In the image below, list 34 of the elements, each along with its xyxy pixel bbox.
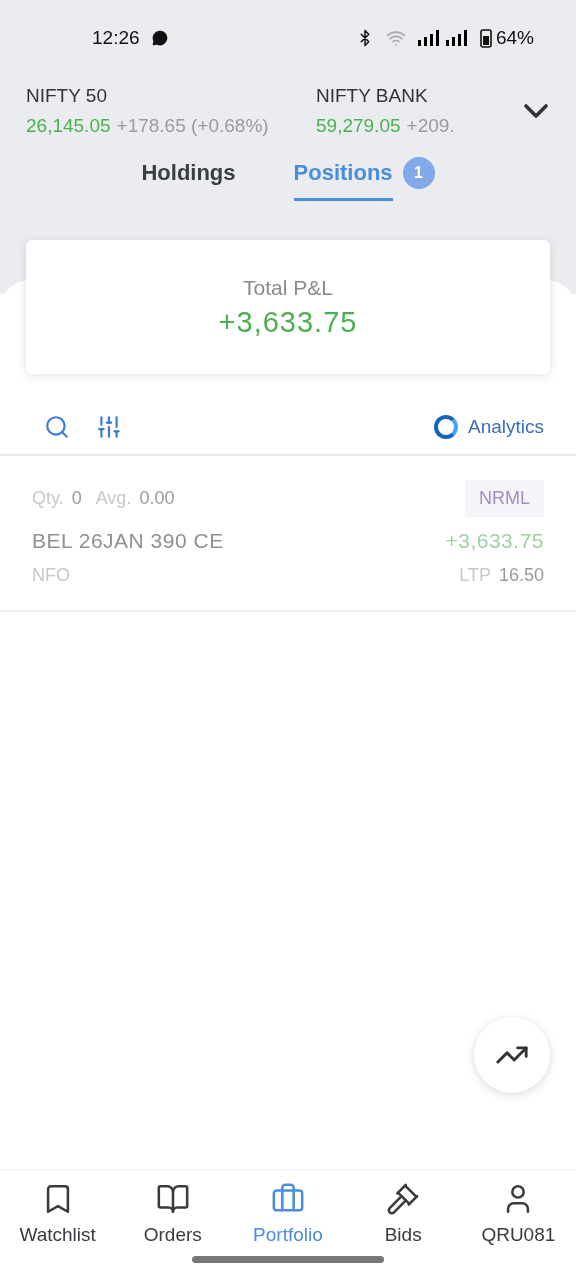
pnl-label: Total P&L xyxy=(243,275,333,300)
nav-item[interactable]: Orders xyxy=(115,1182,231,1246)
index-change: +178.65 (+0.68%) xyxy=(116,115,269,137)
index-value: 59,279.05 xyxy=(316,115,401,137)
index-name: NIFTY 50 xyxy=(26,85,108,107)
nav-item[interactable]: Bids xyxy=(345,1182,461,1246)
nav-item[interactable]: QRU081 xyxy=(460,1182,576,1246)
signal-icon xyxy=(417,30,468,46)
count-badge: 1 xyxy=(402,157,435,189)
nav-item[interactable]: Watchlist xyxy=(0,1182,116,1246)
battery-icon xyxy=(479,28,492,48)
status-time: 12:26 xyxy=(92,27,140,49)
chat-icon xyxy=(151,30,168,46)
avg-value: 0.00 xyxy=(139,488,175,509)
analytics-button[interactable]: Analytics xyxy=(433,415,544,439)
ltp-value: 16.50 xyxy=(498,565,544,586)
search-button[interactable] xyxy=(44,414,70,440)
index-change: +209. xyxy=(406,115,455,137)
tab[interactable]: Holdings xyxy=(141,160,236,224)
product-tag: NRML xyxy=(465,480,544,517)
filter-button[interactable] xyxy=(96,414,122,440)
pnl-value: +3,633.75 xyxy=(218,305,358,339)
wifi-icon xyxy=(385,28,406,48)
index-value: 26,145.05 xyxy=(26,115,111,137)
battery-percent: 64% xyxy=(495,27,534,49)
symbol-name: BEL 26JAN 390 CE xyxy=(32,529,224,553)
chart-button[interactable] xyxy=(474,1017,550,1093)
index-name: NIFTY BANK xyxy=(316,85,429,107)
book-icon xyxy=(155,1182,190,1216)
position-pnl: +3,633.75 xyxy=(445,529,544,553)
nav-item[interactable]: Portfolio xyxy=(230,1182,346,1246)
ring-icon xyxy=(433,415,458,439)
gavel-icon xyxy=(386,1182,421,1216)
qty-value: 0 xyxy=(71,488,82,509)
